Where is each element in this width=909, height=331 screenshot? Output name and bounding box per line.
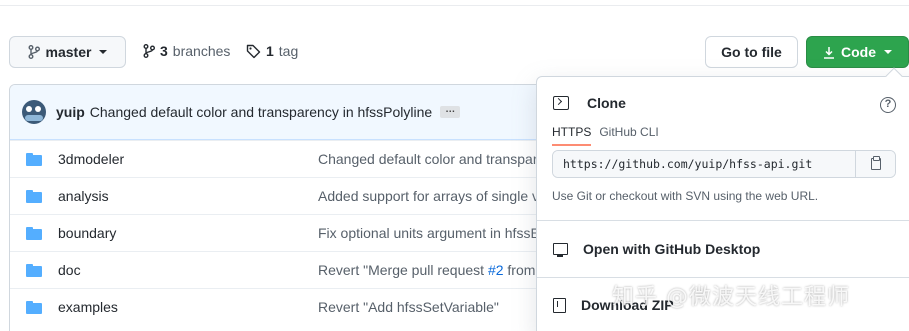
file-commit-message[interactable]: Fix optional units argument in hfssE (318, 225, 540, 241)
tags-label: tag (278, 43, 299, 59)
file-name[interactable]: examples (58, 299, 318, 315)
download-icon (824, 46, 834, 59)
file-name[interactable]: analysis (58, 188, 318, 204)
open-with-desktop-label: Open with GitHub Desktop (583, 241, 761, 257)
file-name[interactable]: doc (58, 262, 318, 278)
commit-author[interactable]: yuip (56, 104, 85, 120)
desktop-download-icon (553, 243, 568, 257)
file-name[interactable]: boundary (58, 225, 318, 241)
table-row[interactable]: examples Revert "Add hfssSetVariable" (10, 288, 568, 325)
commit-message-text: Revert "Merge pull request (318, 262, 488, 278)
question-icon[interactable]: ? (880, 97, 896, 113)
clone-url-group (552, 150, 896, 178)
folder-icon (26, 264, 42, 277)
file-commit-message[interactable]: Changed default color and transpar (318, 151, 537, 167)
tab-https[interactable]: HTTPS (552, 125, 592, 146)
avatar[interactable] (22, 100, 46, 124)
file-name[interactable]: 3dmodeler (58, 151, 318, 167)
chevron-down-icon (884, 50, 892, 54)
commit-message[interactable]: Changed default color and transparency i… (90, 104, 432, 120)
page-top-border (0, 0, 909, 6)
clone-hint-text: Use Git or checkout with SVN using the w… (552, 189, 819, 203)
folder-icon (26, 153, 42, 166)
clone-url-input[interactable] (553, 151, 855, 177)
latest-commit-bar: yuip Changed default color and transpare… (10, 85, 568, 140)
branches-link[interactable]: 3 branches (143, 43, 230, 59)
copy-icon (870, 156, 881, 170)
branch-select-button[interactable]: master (9, 36, 126, 68)
commit-message-text: from (503, 262, 536, 278)
go-to-file-button[interactable]: Go to file (705, 36, 798, 68)
pull-request-link[interactable]: #2 (488, 262, 504, 278)
tag-icon (246, 44, 261, 58)
file-commit-message[interactable]: Revert "Add hfssSetVariable" (318, 299, 499, 315)
chevron-down-icon (99, 50, 108, 54)
branches-count: 3 (160, 43, 168, 59)
git-branch-icon (143, 44, 155, 58)
branch-icon (28, 45, 40, 59)
branches-label: branches (172, 43, 231, 59)
tab-github-cli[interactable]: GitHub CLI (599, 125, 658, 146)
table-row[interactable]: boundary Fix optional units argument in … (10, 214, 568, 251)
branch-name: master (45, 44, 92, 60)
clone-header: Clone (553, 95, 626, 111)
clone-tabs: HTTPS GitHub CLI (552, 125, 659, 146)
copy-url-button[interactable] (855, 151, 895, 177)
file-commit-message[interactable]: Added support for arrays of single v (318, 188, 539, 204)
tags-count: 1 (266, 43, 274, 59)
terminal-icon (553, 96, 569, 110)
watermark: 知乎 @微波天线工程师 (612, 285, 850, 310)
clone-title: Clone (587, 95, 626, 111)
go-to-file-label: Go to file (721, 44, 782, 60)
code-button[interactable]: Code (806, 36, 909, 68)
table-row[interactable]: doc Revert "Merge pull request #2 from (10, 251, 568, 288)
tags-link[interactable]: 1 tag (246, 43, 298, 59)
folder-icon (26, 301, 42, 314)
folder-icon (26, 227, 42, 240)
folder-icon (26, 190, 42, 203)
table-row[interactable]: 3dmodeler Changed default color and tran… (10, 140, 568, 177)
open-with-desktop-item[interactable]: Open with GitHub Desktop (537, 220, 909, 277)
code-button-label: Code (841, 44, 876, 60)
file-zip-icon (553, 297, 566, 313)
file-commit-message[interactable]: Revert "Merge pull request #2 from (318, 262, 535, 278)
expand-commit-button[interactable]: … (440, 105, 461, 118)
file-list: yuip Changed default color and transpare… (9, 84, 569, 331)
table-row[interactable]: analysis Added support for arrays of sin… (10, 177, 568, 214)
